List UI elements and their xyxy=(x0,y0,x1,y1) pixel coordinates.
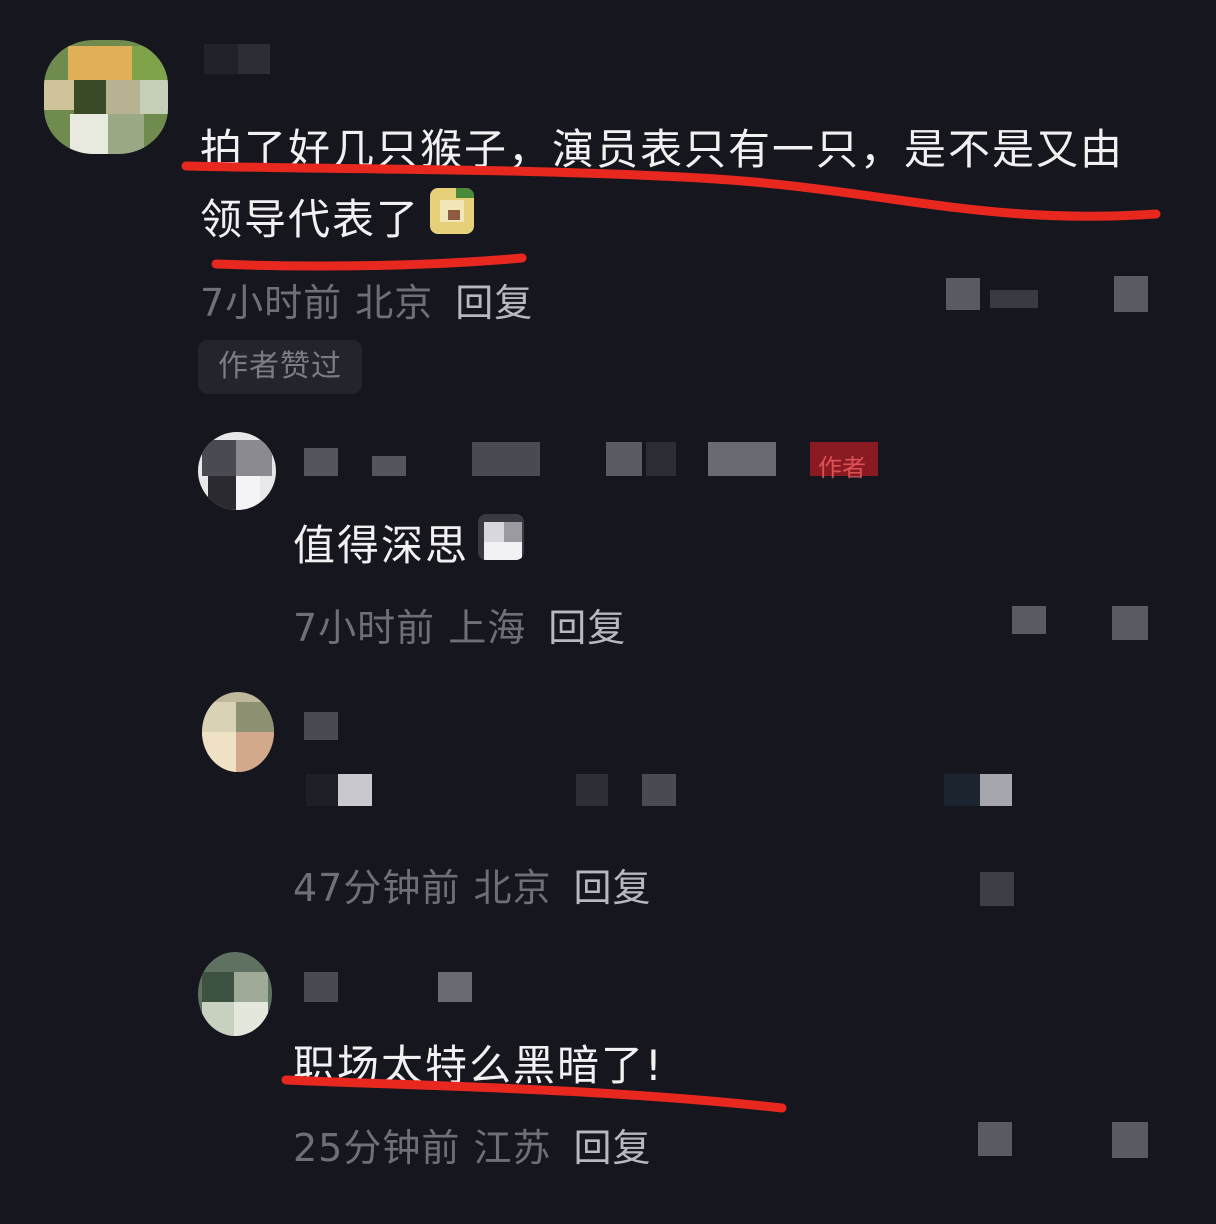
comment-text-blur xyxy=(338,774,372,806)
location: 江苏 xyxy=(473,1126,552,1170)
comment-text: 职场太特么黑暗了! xyxy=(293,1041,664,1090)
comment-meta: 7小时前 北京 回复 xyxy=(200,272,533,327)
location: 上海 xyxy=(448,606,527,650)
avatar[interactable] xyxy=(198,432,276,510)
like-count-blur xyxy=(990,290,1038,308)
like-icon[interactable] xyxy=(1012,606,1046,634)
emoji-icon xyxy=(478,514,524,560)
username-blur[interactable] xyxy=(304,972,338,1002)
comment-meta: 47分钟前 北京 回复 xyxy=(293,857,651,912)
like-icon[interactable] xyxy=(946,278,980,310)
dislike-icon[interactable] xyxy=(1112,1122,1148,1158)
emoji-icon xyxy=(430,188,474,234)
comment-meta: 25分钟前 江苏 回复 xyxy=(293,1117,651,1172)
underline-2 xyxy=(211,253,527,271)
timestamp: 25分钟前 xyxy=(293,1126,461,1170)
comment-text: 值得深思 xyxy=(293,521,470,570)
avatar[interactable] xyxy=(198,952,272,1036)
comment-text-line2: 领导代表了 xyxy=(200,195,421,244)
like-icon[interactable] xyxy=(978,1122,1012,1156)
location: 北京 xyxy=(355,281,434,325)
reply-button[interactable]: 回复 xyxy=(455,281,533,325)
timestamp: 47分钟前 xyxy=(293,866,461,910)
avatar[interactable] xyxy=(202,692,274,772)
reply-button[interactable]: 回复 xyxy=(548,606,626,650)
like-icon[interactable] xyxy=(980,872,1014,906)
comment-text-line1: 拍了好几只猴子，演员表只有一只，是不是又由 xyxy=(200,125,1125,174)
author-liked-badge: 作者赞过 xyxy=(198,340,362,394)
timestamp: 7小时前 xyxy=(200,281,343,325)
avatar[interactable] xyxy=(44,40,168,154)
timestamp: 7小时前 xyxy=(293,606,436,650)
location: 北京 xyxy=(473,866,552,910)
dislike-icon[interactable] xyxy=(1114,276,1148,312)
comment-meta: 7小时前 上海 回复 xyxy=(293,597,626,652)
author-tag: 作者 xyxy=(810,442,878,482)
dislike-icon[interactable] xyxy=(1112,606,1148,640)
reply-button[interactable]: 回复 xyxy=(573,1126,651,1170)
username-blur[interactable] xyxy=(304,712,338,740)
reply-button[interactable]: 回复 xyxy=(573,866,651,910)
username-blur[interactable] xyxy=(304,448,338,476)
